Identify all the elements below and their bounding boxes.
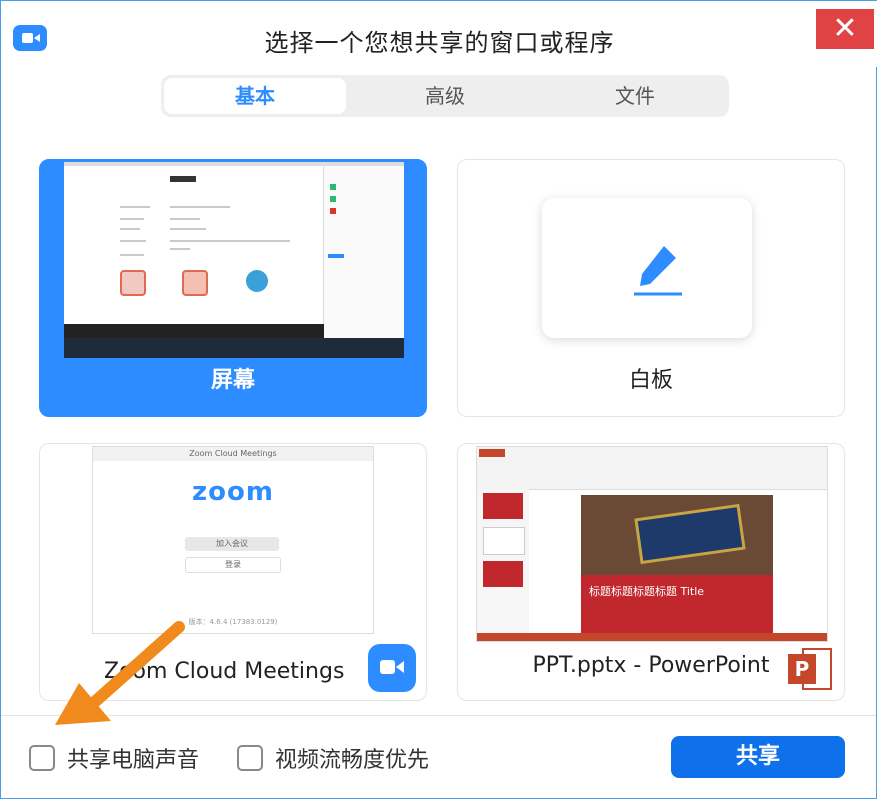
pen-icon <box>634 246 682 296</box>
card-label-whiteboard: 白板 <box>628 368 673 393</box>
tab-advanced[interactable]: 高级 <box>354 78 536 114</box>
share-window: 选择一个您想共享的窗口或程序 ✕ 基本 高级 文件 屏幕 白板 Zoom Clo… <box>0 0 878 799</box>
zoom-window-thumbnail: Zoom Cloud Meetings zoom 加入会议 登录 版本：4.6.… <box>92 446 374 634</box>
close-button[interactable]: ✕ <box>816 9 874 49</box>
tab-files[interactable]: 文件 <box>544 78 726 114</box>
optimize-video-label: 视频流畅度优先 <box>275 748 430 773</box>
tab-basic[interactable]: 基本 <box>164 78 346 114</box>
powerpoint-thumbnail: 标题标题标题标题 Title <box>476 446 828 642</box>
title-bar: 选择一个您想共享的窗口或程序 ✕ <box>1 1 878 67</box>
share-audio-label: 共享电脑声音 <box>67 748 200 773</box>
screen-thumbnail <box>64 162 404 358</box>
tab-bar: 基本 高级 文件 <box>161 75 729 117</box>
card-label-screen: 屏幕 <box>210 368 255 393</box>
optimize-video-option[interactable]: 视频流畅度优先 <box>237 741 429 775</box>
share-option-powerpoint[interactable]: 标题标题标题标题 Title PPT.pptx - PowerPoint P <box>457 443 845 701</box>
share-option-whiteboard[interactable]: 白板 <box>457 159 845 417</box>
share-audio-option[interactable]: 共享电脑声音 <box>29 741 199 775</box>
optimize-video-checkbox[interactable] <box>237 745 263 771</box>
share-option-screen[interactable]: 屏幕 <box>39 159 427 417</box>
card-label-powerpoint: PPT.pptx - PowerPoint <box>532 653 770 678</box>
powerpoint-app-icon: P <box>788 646 834 692</box>
window-title: 选择一个您想共享的窗口或程序 <box>264 29 615 57</box>
share-button[interactable]: 共享 <box>671 736 845 778</box>
whiteboard-thumbnail <box>542 198 752 338</box>
share-audio-checkbox[interactable] <box>29 745 55 771</box>
zoom-app-icon <box>368 644 416 692</box>
arrow-annotation-icon <box>55 621 185 725</box>
